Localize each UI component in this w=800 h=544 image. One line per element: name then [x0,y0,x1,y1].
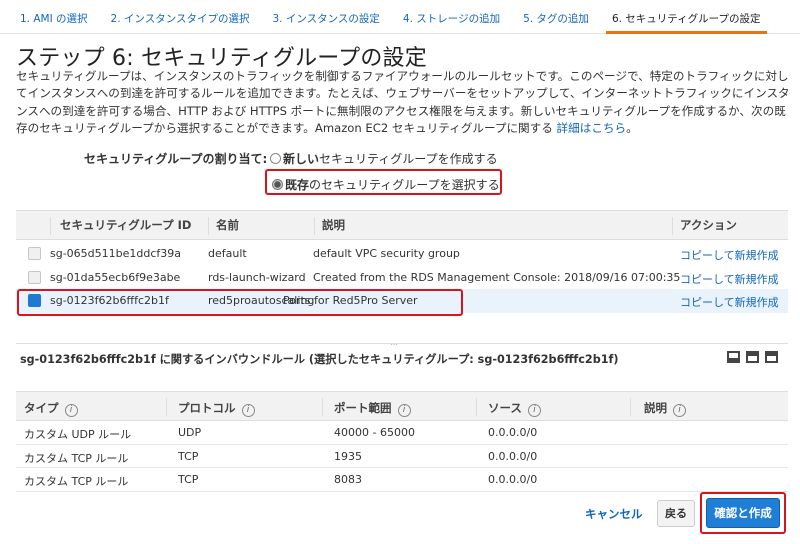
header-separator [322,398,323,416]
radio-new-label: セキュリティグループを作成する [319,152,498,166]
radio-new-circle[interactable] [270,153,281,164]
header-port-range: ポート範囲 i [334,400,411,417]
rule-type: カスタム UDP ルール [24,428,132,441]
description-suffix: 。 [626,120,638,135]
highlight-review-button [700,492,786,534]
header-separator [166,398,167,416]
rule-protocol: UDP [178,426,202,439]
rule-protocol: TCP [178,449,199,463]
inbound-rules-table: タイプ i プロトコル i ポート範囲 i ソース i 説明 i カスタム UDP ルール… [16,391,788,492]
row-checkbox[interactable] [28,270,41,284]
tab-instance-type[interactable]: 2. インスタンスタイプの選択 [105,0,256,34]
wizard-tabs: 1. AMI の選択 2. インスタンスタイプの選択 3. インスタンスの設定 … [0,0,800,34]
copy-create-link[interactable]: コピーして新規作成 [680,271,779,287]
tab-tags[interactable]: 5. タグの追加 [517,0,595,34]
tab-ami[interactable]: 1. AMI の選択 [14,0,94,34]
view-bottom-icon[interactable] [727,351,740,363]
highlight-existing-option [265,169,502,195]
rule-protocol: TCP [178,473,199,486]
tab-security-group[interactable]: 6. セキュリティグループの設定 [605,0,767,34]
view-split-icon[interactable] [746,351,759,363]
rule-row: カスタム TCP ルール TCP 1935 0.0.0.0/0 [16,445,788,468]
header-source: ソース i [488,400,541,417]
description-text: セキュリティグループは、インスタンスのトラフィックを制御するファイアウォールのル… [16,69,790,135]
header-separator [314,217,315,235]
highlight-selected-row [17,289,463,316]
inbound-rules-title: sg-0123f62b6fffc2b1f に関するインバウンドルール (選択した… [20,353,619,366]
row-sg-id: sg-01da55ecb6f9e3abe [50,270,181,284]
header-protocol-label: プロトコル [178,401,236,415]
view-toggle-group [727,351,778,363]
view-top-icon[interactable] [765,351,778,363]
info-icon[interactable]: i [397,404,411,417]
tab-storage[interactable]: 4. ストレージの追加 [397,0,506,34]
header-type-label: タイプ [24,401,59,415]
header-source-label: ソース [488,401,522,415]
header-separator [208,217,209,235]
rule-source: 0.0.0.0/0 [488,473,538,486]
header-desc-label: 説明 [644,401,667,415]
header-separator [672,217,673,235]
header-protocol: プロトコル i [178,400,255,417]
copy-create-link[interactable]: コピーして新規作成 [680,294,779,310]
header-separator [476,398,477,416]
sg-table-header: セキュリティグループ ID 名前 説明 アクション [16,210,788,240]
radio-new-bold: 新しい [283,152,320,166]
rule-row: カスタム UDP ルール UDP 40000 - 65000 0.0.0.0/0 [16,421,788,445]
row-name: default [208,247,247,260]
resize-handle-icon[interactable]: ⋯ [390,340,399,349]
table-row[interactable]: sg-01da55ecb6f9e3abe rds-launch-wizard C… [16,266,788,290]
header-separator [50,217,51,235]
header-actions: アクション [680,218,737,232]
tab-instance-config[interactable]: 3. インスタンスの設定 [266,0,385,34]
header-sg-id[interactable]: セキュリティグループ ID [60,217,191,233]
radio-new-sg[interactable]: 新しい セキュリティグループを作成する [270,150,498,167]
header-rule-description: 説明 i [644,400,686,417]
info-icon[interactable]: i [241,404,255,417]
row-name: rds-launch-wizard [208,270,306,284]
rule-port: 1935 [334,449,362,463]
header-separator [630,398,631,416]
assign-label: セキュリティグループの割り当て: [84,152,268,166]
info-icon[interactable]: i [527,404,541,417]
rules-header: タイプ i プロトコル i ポート範囲 i ソース i 説明 i [16,391,788,421]
rule-row: カスタム TCP ルール TCP 8083 0.0.0.0/0 [16,468,788,492]
rule-type: カスタム TCP ルール [24,451,129,465]
rule-type: カスタム TCP ルール [24,475,129,488]
row-sg-id: sg-065d511be1ddcf39a [50,247,182,260]
table-row[interactable]: sg-065d511be1ddcf39a default default VPC… [16,242,788,266]
row-checkbox[interactable] [28,247,41,260]
header-port-label: ポート範囲 [334,401,392,415]
info-icon[interactable]: i [64,404,78,417]
header-description[interactable]: 説明 [322,217,345,233]
header-type: タイプ i [24,400,78,417]
row-description: Created from the RDS Management Console:… [313,270,681,284]
row-description: default VPC security group [313,247,460,260]
copy-create-link[interactable]: コピーして新規作成 [680,247,779,263]
info-icon[interactable]: i [673,404,686,417]
cancel-button[interactable]: キャンセル [585,506,643,522]
page-description: セキュリティグループは、インスタンスのトラフィックを制御するファイアウォールのル… [16,68,796,137]
header-name[interactable]: 名前 [216,217,239,233]
back-button[interactable]: 戻る [657,500,695,527]
rule-port: 40000 - 65000 [334,426,415,439]
panel-divider[interactable] [16,343,788,344]
details-link[interactable]: 詳細はこちら [557,121,627,135]
rule-source: 0.0.0.0/0 [488,426,538,439]
rule-port: 8083 [334,473,362,486]
rule-source: 0.0.0.0/0 [488,449,538,463]
